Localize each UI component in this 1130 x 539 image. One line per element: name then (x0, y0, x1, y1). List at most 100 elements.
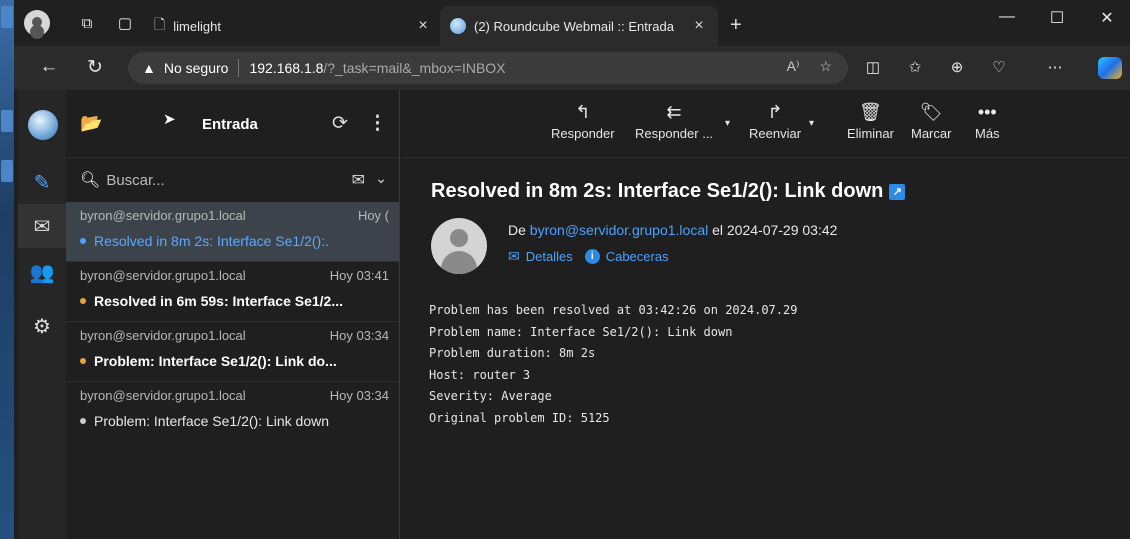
message-subject-text: Resolved in 6m 59s: Interface Se1/2... (94, 293, 344, 309)
settings-more-icon[interactable]: ⋯ (1044, 58, 1066, 76)
message-subject: Resolved in 8m 2s: Interface Se1/2():. (80, 233, 385, 249)
copilot-icon[interactable] (1098, 57, 1122, 79)
mark-label: Marcar (911, 126, 952, 141)
sender-line: De byron@servidor.grupo1.local el 2024-0… (508, 222, 837, 238)
message-subject: Resolved in 6m 59s: Interface Se1/2... (80, 293, 385, 309)
divider (238, 59, 240, 77)
contacts-icon[interactable]: 👥 (18, 250, 66, 294)
headers-link[interactable]: Cabeceras (606, 249, 669, 264)
compose-icon[interactable]: ✎ (18, 160, 66, 204)
folder-title: Entrada (202, 116, 258, 133)
forward-button[interactable]: ↱ Reenviar (749, 102, 801, 141)
roundcube-logo-icon (28, 110, 58, 140)
roundcube-app: ✎ ✉ 👥 ⚙ 📂 ➤ Entrada ⟳ ⋮ 🔍︎ Buscar... ✉ ⌄ (14, 90, 1130, 539)
forward-icon: ↱ (767, 102, 783, 122)
minimize-icon[interactable]: — (984, 8, 1030, 26)
desktop-icon (1, 160, 13, 182)
chevron-down-icon[interactable]: ⌄ (375, 170, 387, 187)
unread-dot-icon (80, 358, 86, 364)
refresh-icon[interactable]: ⟳ (332, 112, 348, 135)
message-date: Hoy ( (357, 208, 389, 223)
unread-dot-icon (80, 298, 86, 304)
body-line: Problem has been resolved at 03:42:26 on… (429, 303, 798, 317)
more-dots-icon: ••• (977, 102, 997, 122)
list-item[interactable]: byron@servidor.grupo1.local Hoy 03:34 Pr… (66, 322, 399, 382)
task-menu: ✎ ✉ 👥 ⚙ (18, 90, 66, 539)
back-icon[interactable]: ← (36, 56, 62, 78)
message-list-panel: 📂 ➤ Entrada ⟳ ⋮ 🔍︎ Buscar... ✉ ⌄ byron@s… (66, 90, 400, 539)
message-date-text: el 2024-07-29 03:42 (712, 222, 838, 238)
body-line: Host: router 3 (429, 367, 531, 382)
security-label[interactable]: No seguro (164, 60, 229, 76)
tab-title: limelight (173, 18, 221, 34)
header-links: ✉ Detalles i Cabeceras (508, 248, 669, 265)
reply-all-button[interactable]: ⇇ Responder ... (635, 102, 713, 141)
message-subject-text: Problem: Interface Se1/2(): Link do... (94, 353, 337, 369)
forward-label: Reenviar (749, 126, 802, 141)
browser-toolbar: ← ↻ ▲ No seguro 192.168.1.8/?_task=mail&… (14, 46, 1130, 90)
search-input[interactable]: Buscar... (106, 172, 164, 189)
subject-text: Resolved in 8m 2s: Interface Se1/2(): Li… (431, 180, 884, 202)
warning-icon[interactable]: ▲ (142, 60, 156, 76)
page-icon: 🗋 (154, 16, 166, 32)
chevron-down-icon: ▾ (809, 118, 815, 129)
trash-icon: 🗑 (859, 102, 882, 122)
envelope-icon: ✉ (508, 248, 520, 264)
close-icon[interactable]: × (414, 17, 432, 35)
favorite-star-icon[interactable]: ☆ (819, 58, 832, 75)
split-screen-icon[interactable]: ◫ (862, 58, 884, 76)
tab-actions-icon[interactable]: ▢ (112, 10, 138, 36)
browser-window: ⧉ ▢ 🗋 limelight × (2) Roundcube Webmail … (14, 0, 1130, 539)
collections-icon[interactable]: ⊕ (946, 58, 968, 76)
message-list: byron@servidor.grupo1.local Hoy ( Resolv… (66, 202, 399, 442)
folder-icon[interactable]: 📂 (80, 113, 102, 134)
details-link[interactable]: Detalles (526, 249, 573, 264)
profile-icon[interactable] (24, 10, 50, 36)
favorites-icon[interactable]: ✩ (904, 58, 926, 76)
from-prefix: De (508, 222, 526, 238)
window-close-icon[interactable]: ✕ (1084, 8, 1130, 28)
delete-label: Eliminar (847, 126, 894, 141)
list-item[interactable]: byron@servidor.grupo1.local Hoy ( Resolv… (66, 202, 399, 262)
list-item[interactable]: byron@servidor.grupo1.local Hoy 03:34 Pr… (66, 382, 399, 442)
message-sender: byron@servidor.grupo1.local (80, 208, 246, 223)
tab-limelight[interactable]: 🗋 limelight × (144, 6, 442, 46)
close-icon[interactable]: × (690, 17, 708, 35)
delete-button[interactable]: 🗑 Eliminar (847, 102, 894, 141)
message-subject: Problem: Interface Se1/2(): Link do... (80, 353, 385, 369)
envelope-filter-icon[interactable]: ✉ (352, 170, 365, 190)
sender-address-link[interactable]: byron@servidor.grupo1.local (530, 222, 708, 238)
read-aloud-icon[interactable]: A⁾ (787, 58, 800, 75)
mouse-cursor-icon: ➤ (163, 111, 176, 128)
list-options-icon[interactable]: ⋮ (368, 112, 387, 135)
message-subject-text: Problem: Interface Se1/2(): Link down (94, 413, 330, 429)
tag-icon: 🏷 (919, 102, 943, 122)
settings-gear-icon[interactable]: ⚙ (18, 304, 66, 348)
message-content-panel: ↰ Responder ⇇ Responder ... ▾ ↱ Reenviar… (401, 90, 1130, 539)
reload-icon[interactable]: ↻ (82, 56, 108, 79)
mark-button[interactable]: 🏷 Marcar (911, 102, 951, 141)
health-icon[interactable]: ♡ (988, 58, 1010, 76)
new-tab-icon[interactable]: + (730, 14, 742, 37)
desktop-icon (1, 110, 13, 132)
workspaces-icon[interactable]: ⧉ (74, 10, 100, 36)
search-bar[interactable]: 🔍︎ Buscar... ✉ ⌄ (66, 158, 399, 202)
tab-strip: ⧉ ▢ 🗋 limelight × (2) Roundcube Webmail … (14, 0, 1130, 46)
open-external-icon[interactable]: ↗ (889, 183, 906, 200)
body-line: Problem name: Interface Se1/2(): Link do… (429, 324, 733, 339)
list-item[interactable]: byron@servidor.grupo1.local Hoy 03:41 Re… (66, 262, 399, 322)
reply-icon: ↰ (575, 102, 591, 122)
maximize-icon[interactable]: ☐ (1034, 8, 1080, 28)
url-host: 192.168.1.8 (249, 60, 324, 76)
reply-button[interactable]: ↰ Responder (551, 102, 615, 141)
message-subject: Problem: Interface Se1/2(): Link down (80, 413, 385, 429)
reply-all-label: Responder ... (635, 126, 714, 141)
address-bar[interactable]: ▲ No seguro 192.168.1.8/?_task=mail&_mbo… (128, 52, 848, 84)
search-icon[interactable]: 🔍︎ (80, 170, 100, 190)
more-button[interactable]: ••• Más (975, 102, 1000, 141)
status-dot-icon (80, 418, 86, 424)
body-line: Severity: Average (429, 389, 552, 403)
mail-icon[interactable]: ✉ (18, 204, 66, 248)
tab-roundcube[interactable]: (2) Roundcube Webmail :: Entrada × (440, 6, 718, 46)
list-header: 📂 ➤ Entrada ⟳ ⋮ (66, 90, 399, 158)
